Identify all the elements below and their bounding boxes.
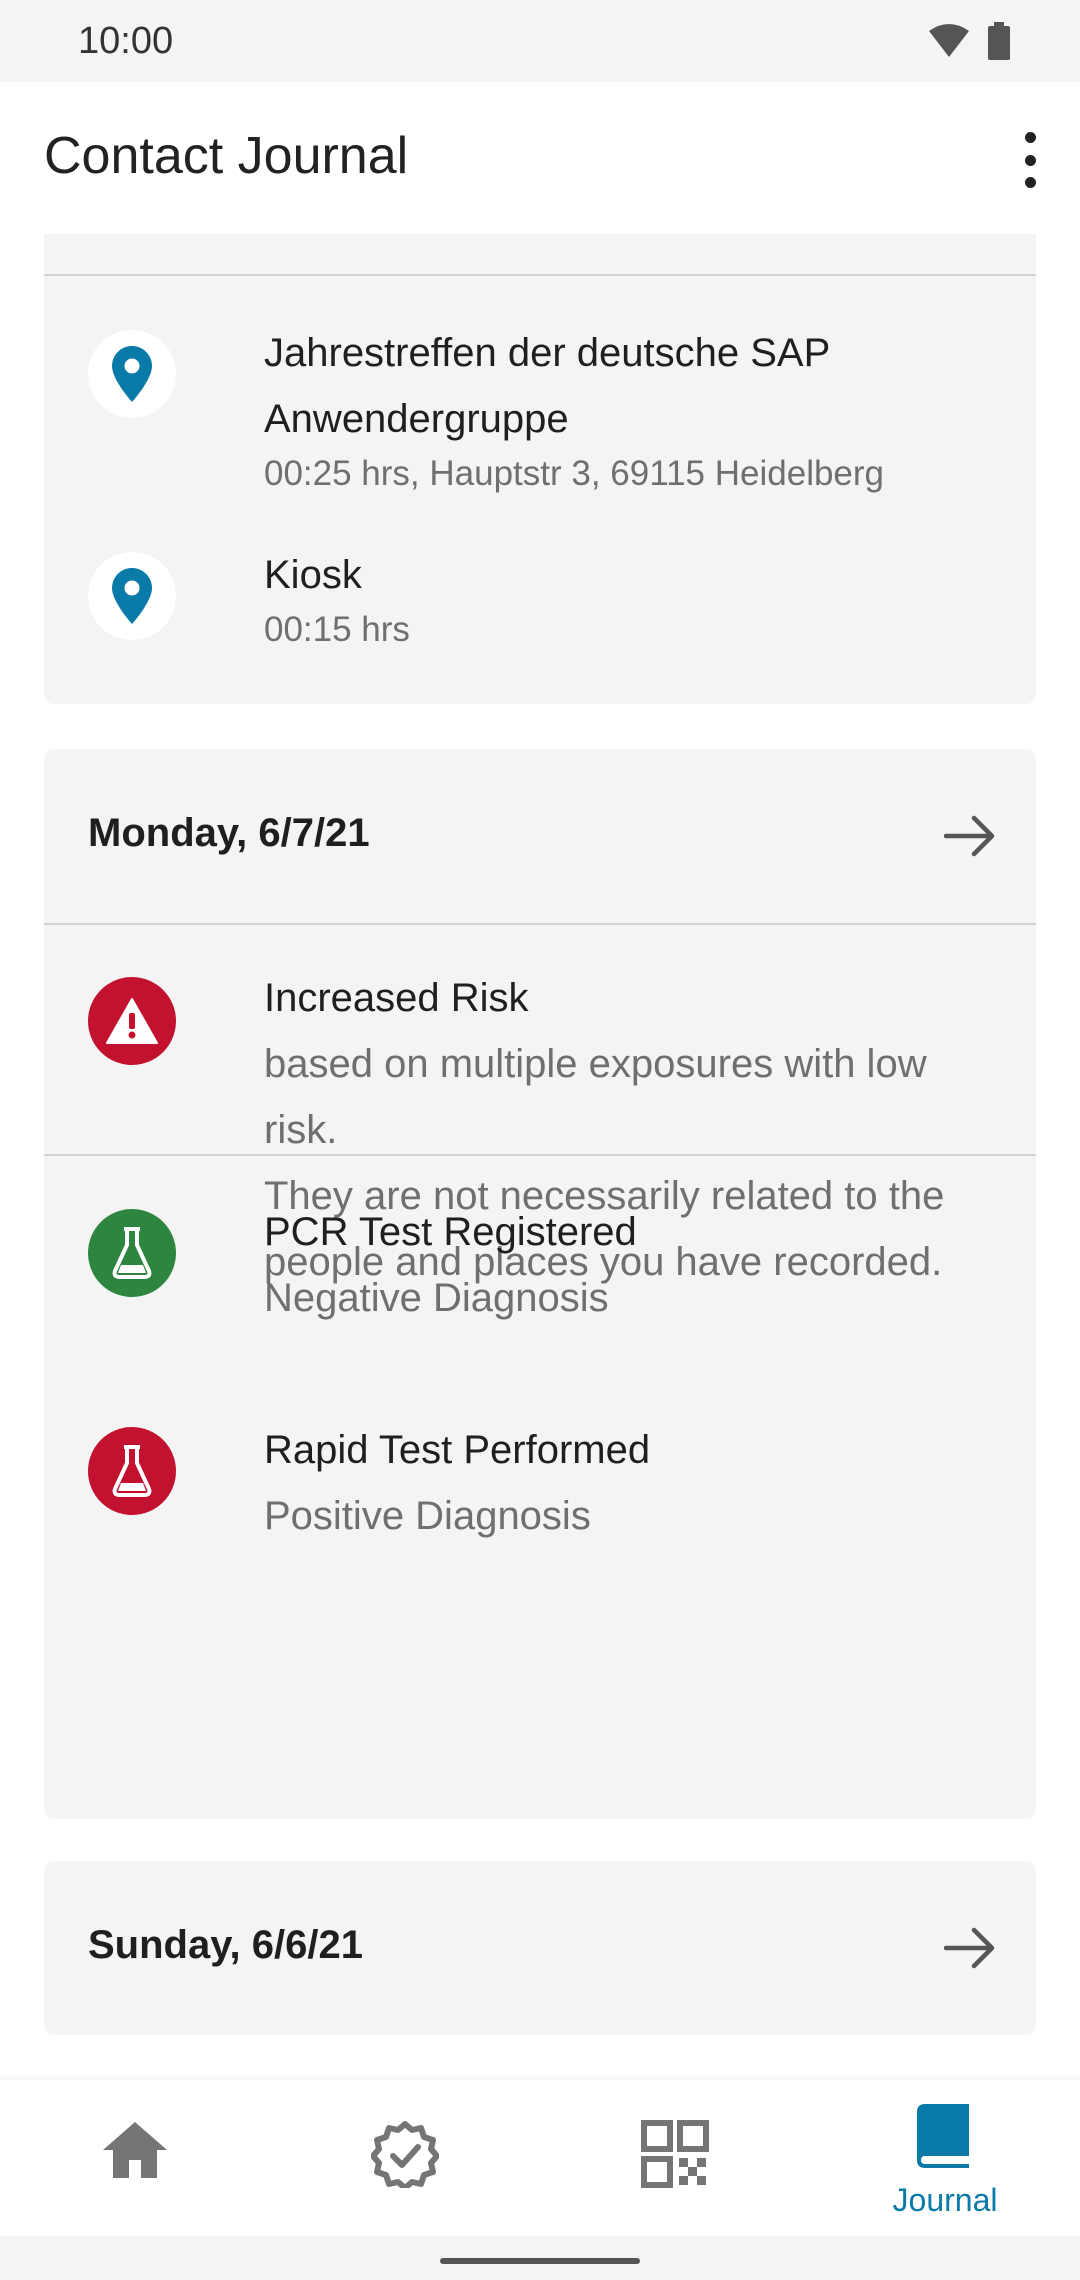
bottom-navigation: Journal [0, 2080, 1080, 2236]
nav-journal-label: Journal [892, 2182, 998, 2218]
flask-icon [112, 1445, 152, 1497]
location-title-line1: Jahrestreffen der deutsche SAP [264, 331, 831, 375]
nav-certificates[interactable] [270, 2080, 540, 2236]
test-entry: PCR Test Registered Negative Diagnosis [88, 1199, 1028, 1339]
test-entry: Rapid Test Performed Positive Diagnosis [88, 1417, 1028, 1557]
location-entry[interactable]: Kiosk 00:15 hrs [88, 542, 1028, 662]
journal-icon [917, 2104, 969, 2168]
location-title-line2: Anwendergruppe [264, 397, 569, 441]
card-divider [44, 923, 1036, 925]
location-detail: 00:15 hrs [264, 610, 410, 649]
gesture-bar [0, 2236, 1080, 2280]
test-title: Rapid Test Performed [264, 1428, 651, 1472]
card-divider [44, 1154, 1036, 1156]
test-title: PCR Test Registered [264, 1210, 637, 1254]
qr-code-icon [641, 2120, 709, 2188]
overflow-menu-icon[interactable] [1012, 132, 1048, 188]
day-card-previous: Jahrestreffen der deutsche SAP Anwenderg… [44, 234, 1036, 704]
location-detail: 00:25 hrs, Hauptstr 3, 69115 Heidelberg [264, 454, 885, 493]
location-text: Kiosk 00:15 hrs [264, 542, 1044, 652]
status-time: 10:00 [78, 20, 174, 62]
certificate-icon [371, 2121, 439, 2188]
location-entry[interactable]: Jahrestreffen der deutsche SAP Anwenderg… [88, 320, 1028, 510]
risk-badge [88, 977, 176, 1065]
test-badge [88, 1427, 176, 1515]
nav-home[interactable] [0, 2080, 270, 2236]
arrow-right-icon[interactable] [944, 815, 996, 857]
test-result: Positive Diagnosis [264, 1494, 591, 1538]
day-card-monday: Monday, 6/7/21 Increased Risk based on m… [44, 749, 1036, 1819]
test-result: Negative Diagnosis [264, 1276, 609, 1320]
warning-icon [106, 998, 158, 1044]
test-text: Rapid Test Performed Positive Diagnosis [264, 1417, 1044, 1549]
risk-title: Increased Risk [264, 976, 529, 1020]
day-header[interactable]: Monday, 6/7/21 [44, 749, 1036, 923]
journal-list[interactable]: Jahrestreffen der deutsche SAP Anwenderg… [0, 234, 1080, 2080]
status-icons [928, 22, 1010, 60]
location-badge [88, 330, 176, 418]
nav-scan[interactable] [540, 2080, 810, 2236]
wifi-icon [929, 24, 969, 57]
test-text: PCR Test Registered Negative Diagnosis [264, 1199, 1044, 1331]
home-icon [103, 2122, 167, 2178]
day-header[interactable]: Sunday, 6/6/21 [44, 1861, 1036, 2035]
day-card-sunday: Sunday, 6/6/21 [44, 1861, 1036, 2035]
location-badge [88, 552, 176, 640]
risk-entry: Increased Risk based on multiple exposur… [88, 965, 1028, 1284]
app-bar: Contact Journal [0, 82, 1080, 234]
page-title: Contact Journal [44, 127, 409, 185]
battery-icon [988, 22, 1010, 60]
location-title: Kiosk [264, 553, 362, 597]
location-text: Jahrestreffen der deutsche SAP Anwenderg… [264, 320, 1044, 496]
location-pin-icon [112, 346, 152, 402]
location-pin-icon [112, 568, 152, 624]
arrow-right-icon[interactable] [944, 1927, 996, 1969]
day-label: Monday, 6/7/21 [88, 811, 370, 855]
day-label: Sunday, 6/6/21 [88, 1923, 363, 1967]
flask-icon [112, 1227, 152, 1279]
home-indicator[interactable] [440, 2258, 640, 2264]
test-badge [88, 1209, 176, 1297]
risk-description-line: based on multiple exposures with low [264, 1042, 927, 1086]
nav-journal[interactable]: Journal [810, 2080, 1080, 2236]
card-divider [44, 274, 1036, 276]
status-bar: 10:00 [0, 0, 1080, 82]
